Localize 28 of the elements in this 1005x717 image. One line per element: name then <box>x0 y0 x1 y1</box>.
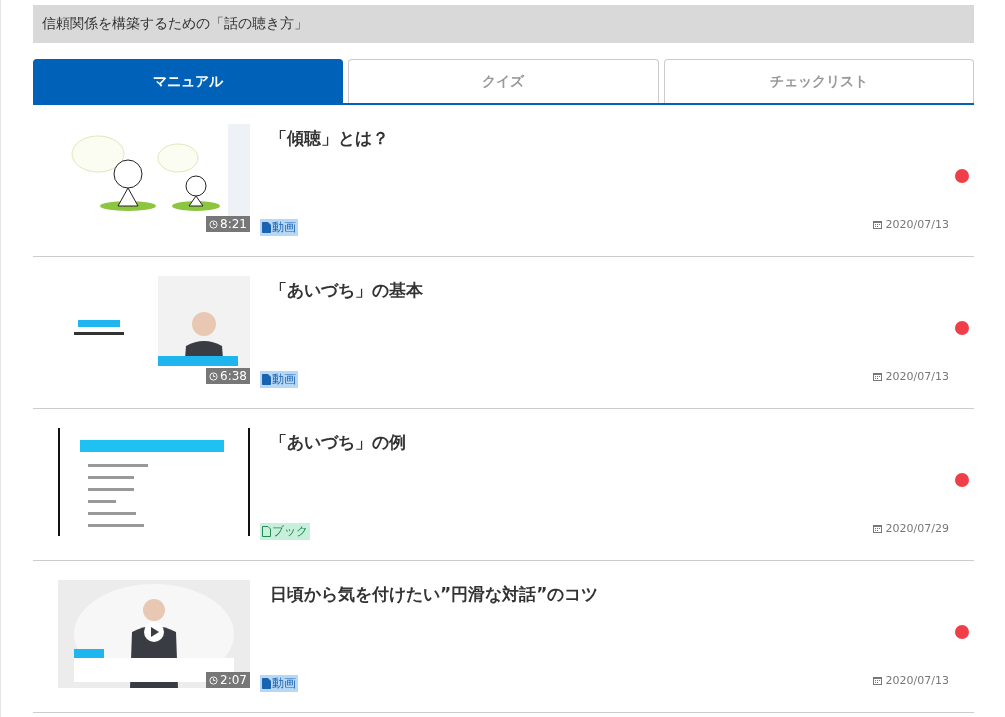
date: 2020/07/13 <box>885 218 949 231</box>
date: 2020/07/13 <box>885 674 949 687</box>
item-title[interactable]: 「あいづち」の例 <box>270 431 854 454</box>
page-title: 信頼関係を構築するための「話の聴き方」 <box>33 5 974 43</box>
date: 2020/07/13 <box>885 370 949 383</box>
duration: 6:38 <box>220 369 247 383</box>
document-icon <box>262 374 271 385</box>
type-label: 動画 <box>272 371 296 388</box>
clock-icon <box>209 219 219 229</box>
item-title[interactable]: 「傾聴」とは？ <box>270 127 854 150</box>
document-icon <box>262 222 271 233</box>
item-title[interactable]: 日頃から気を付けたい”円滑な対話”のコツ <box>270 583 854 606</box>
type-label: 動画 <box>272 675 296 692</box>
clock-icon <box>209 675 219 685</box>
duration: 8:21 <box>220 217 247 231</box>
tab[interactable]: マニュアル <box>33 59 344 103</box>
clock-icon <box>209 371 219 381</box>
calendar-icon <box>872 372 882 381</box>
date: 2020/07/29 <box>885 522 949 535</box>
calendar-icon <box>872 220 882 229</box>
document-icon <box>262 678 271 689</box>
item-title[interactable]: 「あいづち」の基本 <box>270 279 854 302</box>
type-label: 動画 <box>272 219 296 236</box>
duration: 2:07 <box>220 673 247 687</box>
calendar-icon <box>872 676 882 685</box>
type-label: ブック <box>272 523 308 540</box>
document-icon <box>262 526 271 537</box>
calendar-icon <box>872 524 882 533</box>
